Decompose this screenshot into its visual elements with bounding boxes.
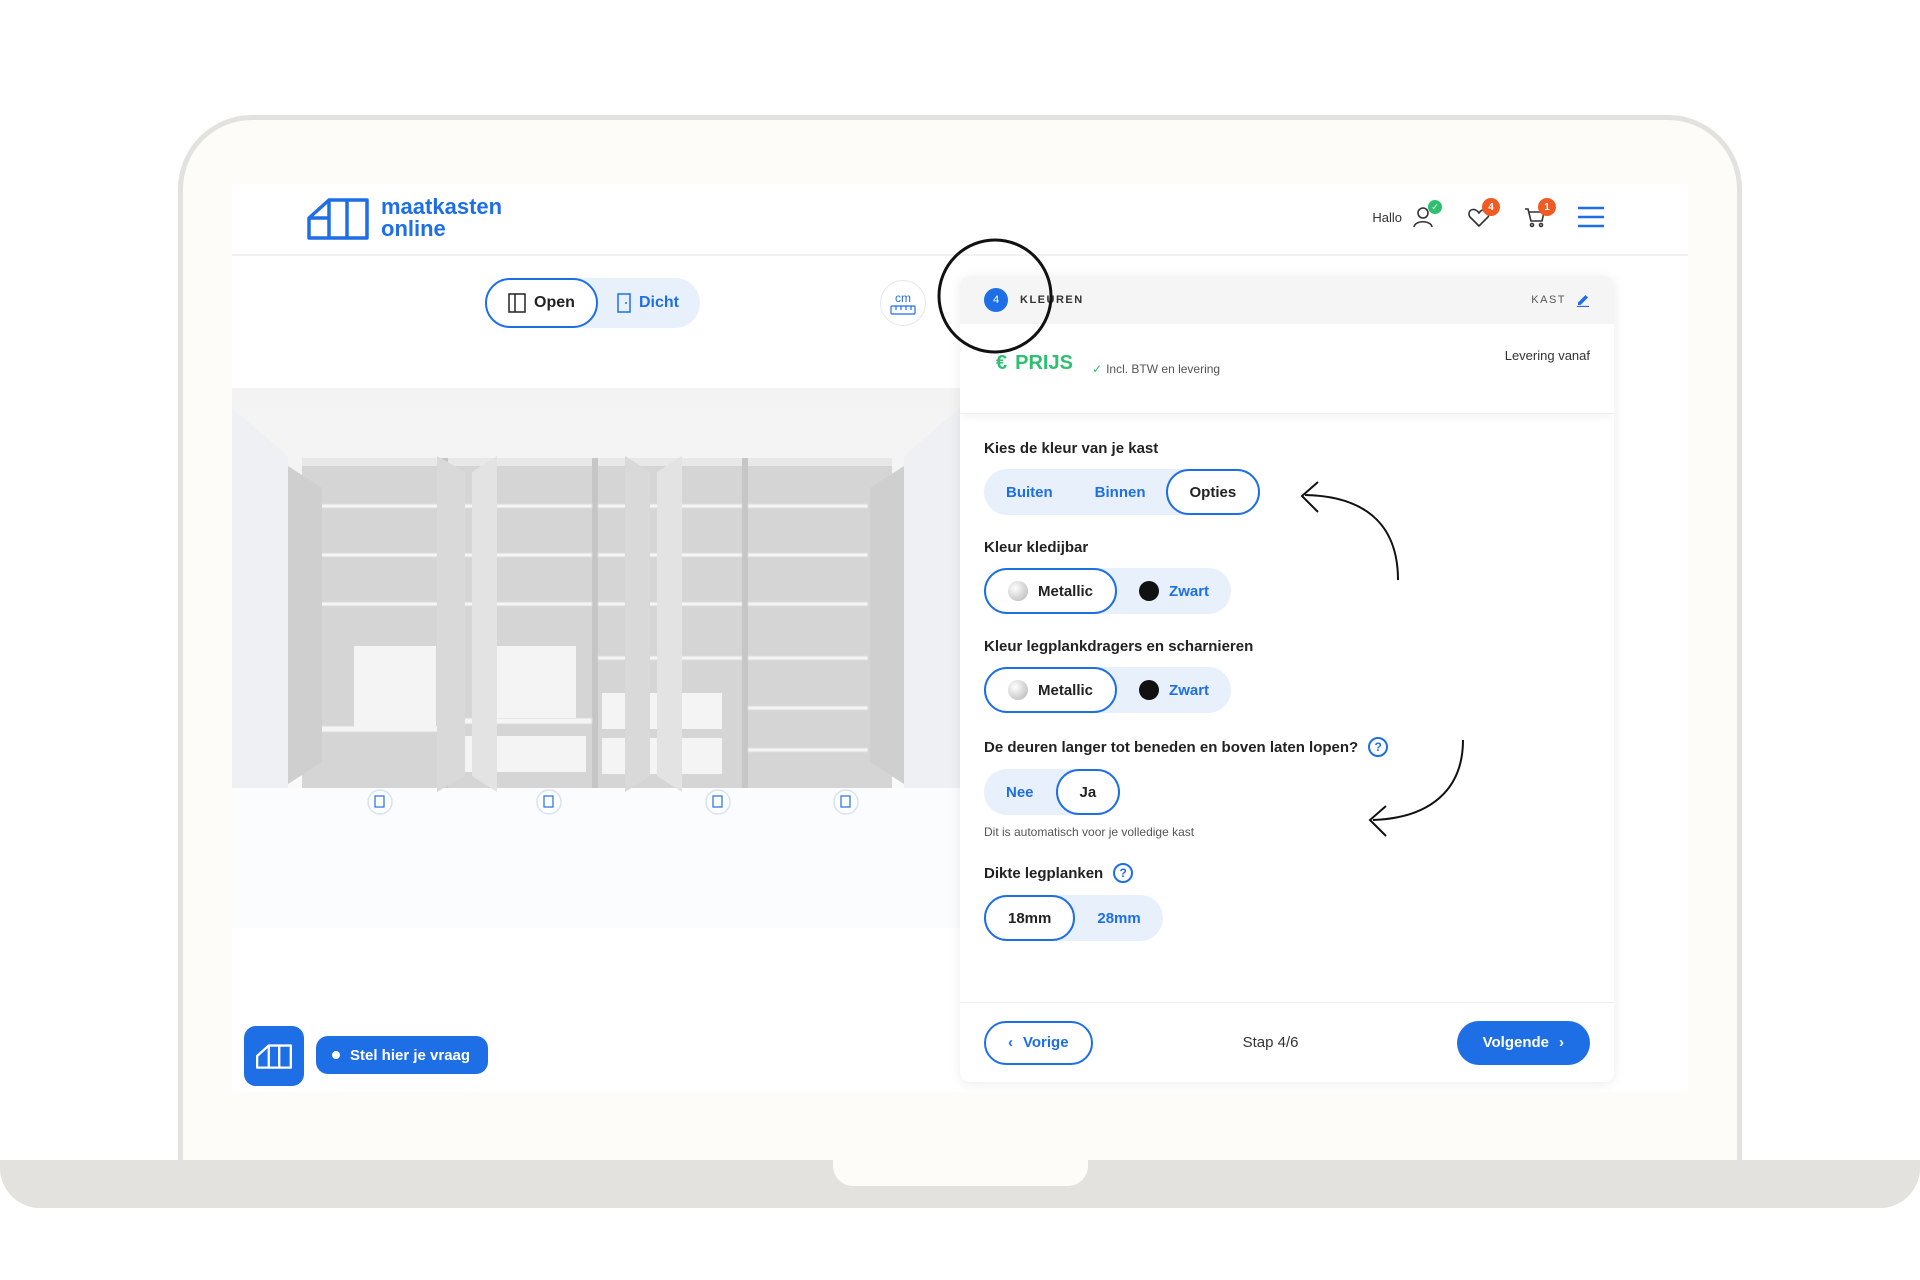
option-label: Zwart (1169, 681, 1210, 699)
option-buiten[interactable]: Buiten (984, 469, 1075, 515)
kast-link-label: KAST (1531, 294, 1566, 306)
option-binnen[interactable]: Binnen (1075, 469, 1166, 515)
open-doors-button[interactable]: Open (485, 278, 598, 328)
previous-button[interactable]: ‹ Vorige (984, 1020, 1093, 1065)
door-length-note: Dit is automatisch voor je volledige kas… (984, 825, 1195, 839)
cart-button[interactable]: 1 (1518, 198, 1556, 234)
step-title: KLEUREN (1020, 294, 1084, 306)
question-clothes-rail: Kleur kledijbar Metallic Zwart (984, 539, 1590, 614)
door-length-options: Nee Ja (984, 769, 1121, 815)
hamburger-icon (1578, 206, 1604, 228)
shelf-thickness-options: 18mm 28mm (984, 895, 1163, 941)
black-swatch-icon (1139, 581, 1160, 601)
option-label: Metallic (1038, 681, 1094, 699)
chevron-right-icon: › (1559, 1034, 1564, 1051)
brand-line-1: maatkasten (381, 194, 503, 219)
price-note-text: Incl. BTW en levering (1106, 362, 1221, 376)
brand-logo[interactable]: maatkasten online (307, 196, 502, 240)
status-dot-icon (332, 1051, 340, 1059)
step-counter: Stap 4/6 (1242, 1034, 1299, 1051)
previous-label: Vorige (1023, 1034, 1069, 1051)
question-label-row: Dikte legplanken ? (984, 863, 1590, 883)
options-list: Kies de kleur van je kast Buiten Binnen … (960, 440, 1614, 941)
option-opties[interactable]: Opties (1165, 469, 1261, 515)
price-note: ✓ Incl. BTW en levering (1092, 362, 1220, 376)
option-label: Metallic (1038, 582, 1094, 600)
laptop-notch (833, 1160, 1088, 1186)
open-door-icon (508, 293, 526, 313)
help-icon[interactable]: ? (1113, 863, 1134, 883)
clothes-rail-options: Metallic Zwart (984, 568, 1232, 614)
option-nee[interactable]: Nee (984, 769, 1056, 815)
wardrobe-logo-icon (307, 198, 369, 240)
cart-count-badge: 1 (1538, 198, 1556, 216)
closed-door-icon (617, 293, 631, 313)
option-label: Zwart (1169, 582, 1210, 600)
metallic-swatch-icon (1008, 680, 1028, 700)
door-view-toggle: Open Dicht (485, 278, 700, 328)
brand-line-2: online (381, 216, 446, 241)
next-button[interactable]: Volgende › (1456, 1020, 1590, 1065)
question-label: Kleur legplankdragers en scharnieren (984, 638, 1254, 655)
wardrobe-help-button[interactable] (244, 1026, 304, 1086)
wardrobe-viewer: Open Dicht cm Stel hier je vraag (232, 258, 960, 1092)
screen: maatkasten online Hallo ✓ 4 1 Open Dicht… (232, 184, 1688, 1092)
question-shelf-supports: Kleur legplankdragers en scharnieren Met… (984, 638, 1590, 713)
wardrobe-3d-render (232, 388, 960, 928)
question-door-length: De deuren langer tot beneden en boven la… (984, 737, 1590, 839)
question-label-row: De deuren langer tot beneden en boven la… (984, 737, 1590, 757)
option-28mm[interactable]: 28mm (1075, 895, 1162, 941)
question-label: Kleur kledijbar (984, 539, 1089, 556)
menu-button[interactable] (1574, 200, 1608, 234)
step-navigation: ‹ Vorige Stap 4/6 Volgende › (960, 1002, 1614, 1082)
chevron-left-icon: ‹ (1008, 1034, 1013, 1051)
wardrobe-icon (256, 1044, 292, 1069)
help-icon[interactable]: ? (1368, 737, 1389, 757)
next-label: Volgende (1482, 1034, 1549, 1051)
ask-question-label: Stel hier je vraag (350, 1046, 471, 1064)
account-button[interactable]: Hallo ✓ (1372, 200, 1442, 234)
step-header: 4 KLEUREN KAST (960, 276, 1614, 324)
price-text: PRIJS (1015, 352, 1073, 374)
ruler-icon (890, 305, 916, 315)
step-number-badge: 4 (984, 288, 1008, 312)
wishlist-count-badge: 4 (1482, 198, 1500, 216)
closed-doors-button[interactable]: Dicht (598, 278, 698, 328)
user-icon: ✓ (1406, 200, 1442, 234)
closed-label: Dicht (639, 294, 679, 311)
question-label: Kies de kleur van je kast (984, 440, 1159, 457)
greeting-text: Hallo (1372, 209, 1402, 225)
question-label: Dikte legplanken (984, 864, 1104, 882)
header-actions: Hallo ✓ 4 1 (1372, 198, 1608, 234)
site-header: maatkasten online Hallo ✓ 4 1 (232, 184, 1688, 256)
euro-icon: € (996, 352, 1008, 374)
question-color-scope: Kies de kleur van je kast Buiten Binnen … (984, 440, 1590, 515)
brand-name: maatkasten online (381, 196, 502, 240)
question-label: De deuren langer tot beneden en boven la… (984, 738, 1359, 756)
option-zwart[interactable]: Zwart (1117, 568, 1231, 614)
color-scope-options: Buiten Binnen Opties (984, 469, 1261, 515)
price-summary: € PRIJS ✓ Incl. BTW en levering Levering… (960, 324, 1614, 414)
option-zwart[interactable]: Zwart (1117, 667, 1231, 713)
black-swatch-icon (1139, 680, 1160, 700)
edit-kast-link[interactable]: KAST (1531, 293, 1590, 307)
ask-question-button[interactable]: Stel hier je vraag (316, 1036, 489, 1074)
option-ja[interactable]: Ja (1055, 769, 1121, 815)
configurator-panel: 4 KLEUREN KAST € PRIJS ✓ Incl. BTW en le… (960, 276, 1614, 1082)
dimensions-toggle-button[interactable]: cm (880, 280, 926, 326)
pencil-icon (1577, 295, 1589, 307)
option-metallic[interactable]: Metallic (984, 667, 1118, 713)
open-label: Open (534, 294, 575, 311)
option-18mm[interactable]: 18mm (984, 895, 1076, 941)
price-label: € PRIJS (996, 352, 1073, 375)
question-shelf-thickness: Dikte legplanken ? 18mm 28mm (984, 863, 1590, 941)
delivery-info: Levering vanaf (1504, 348, 1590, 363)
verified-check-icon: ✓ (1428, 200, 1442, 214)
wishlist-button[interactable]: 4 (1462, 198, 1500, 234)
metallic-swatch-icon (1008, 581, 1028, 601)
shelf-support-options: Metallic Zwart (984, 667, 1232, 713)
option-metallic[interactable]: Metallic (984, 568, 1118, 614)
check-icon: ✓ (1092, 362, 1103, 376)
unit-label: cm (895, 291, 911, 305)
